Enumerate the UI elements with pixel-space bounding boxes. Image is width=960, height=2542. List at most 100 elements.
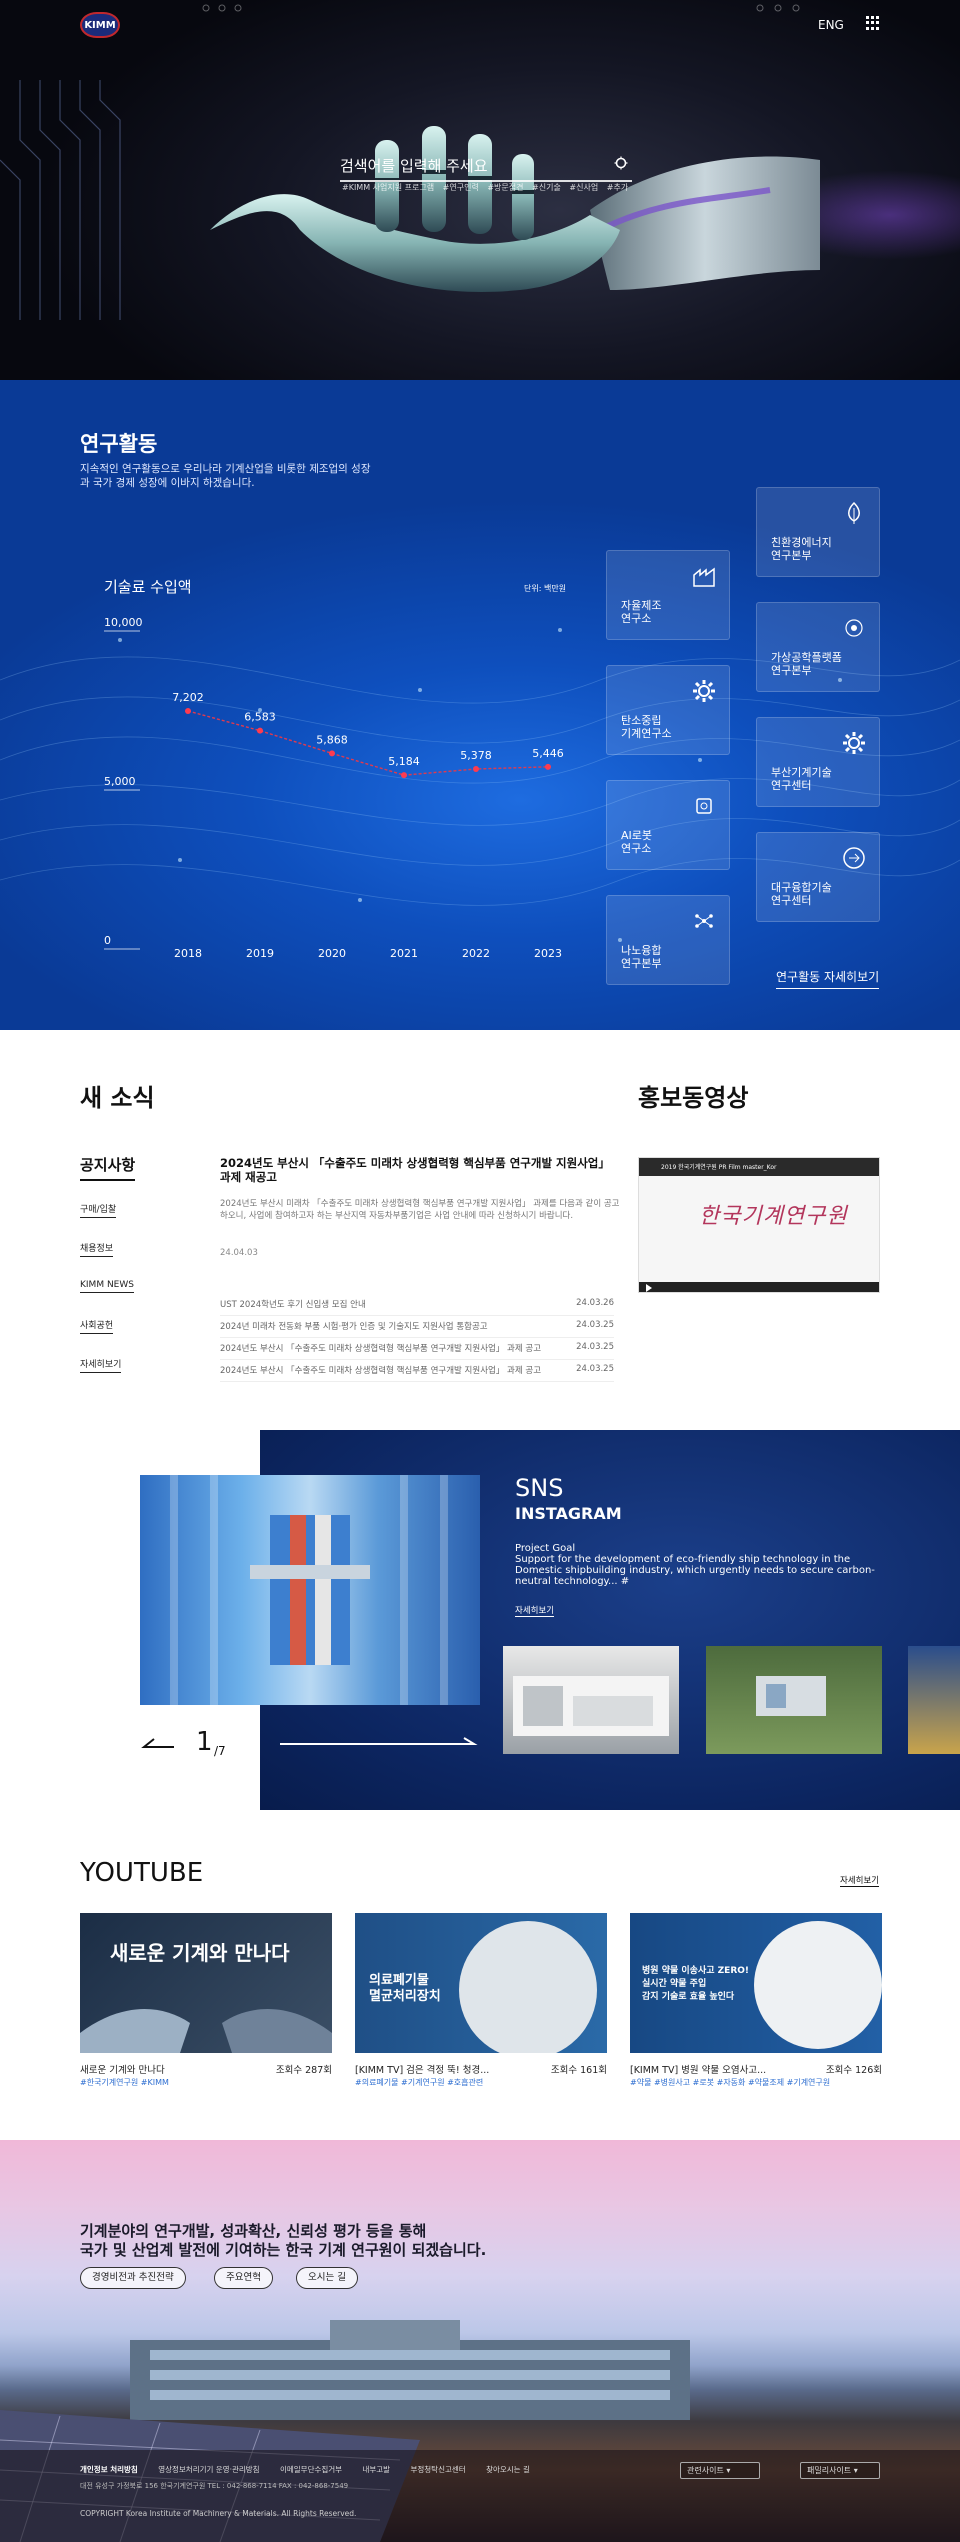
- side-link-more[interactable]: 자세히보기: [80, 1357, 122, 1373]
- search-icon[interactable]: [614, 156, 630, 172]
- youtube-thumb-text: 병원 약물 이송사고 ZERO! 실시간 약물 주입 감지 기술로 효율 높인다: [642, 1966, 749, 2002]
- gear-icon: [693, 680, 715, 702]
- sns-page-total: /7: [214, 1744, 226, 1758]
- news-row[interactable]: 2024년도 부산시 「수출주도 미래차 상생협력형 핵심부품 연구개발 지원사…: [220, 1364, 614, 1382]
- y-tick-label: 5,000: [104, 775, 136, 788]
- unit-card-autonomous-manufacturing[interactable]: 자율제조 연구소: [606, 550, 730, 640]
- side-link-social[interactable]: 사회공헌: [80, 1318, 114, 1334]
- sns-more-link[interactable]: 자세히보기: [515, 1604, 555, 1617]
- unit-card-ai-robot[interactable]: AI로봇 연구소: [606, 780, 730, 870]
- cctv-policy-link[interactable]: 영상정보처리기기 운영·관리방침: [158, 2465, 259, 2474]
- news-row[interactable]: 2024년 미래차 전동화 부품 시험·평가 인증 및 기술지도 지원사업 통합…: [220, 1320, 614, 1338]
- promo-video-player[interactable]: 2019 한국기계연구원 PR Film master_Kor 한국기계연구원: [638, 1157, 880, 1293]
- unit-card-nano-convergence[interactable]: 나노융합 연구본부: [606, 895, 730, 985]
- youtube-video-card[interactable]: 새로운 기계와 만나다: [80, 1913, 332, 2053]
- aerial-thumbnail-image: [756, 1676, 826, 1716]
- robot-icon: [696, 798, 712, 814]
- whistleblow-link[interactable]: 내부고발: [362, 2465, 390, 2474]
- news-title: 새 소식: [80, 1084, 155, 1112]
- research-title: 연구활동: [80, 432, 158, 456]
- menu-grid-icon[interactable]: [866, 16, 880, 30]
- play-icon[interactable]: [645, 1284, 653, 1292]
- unit-card-virtual-engineering[interactable]: 가상공학플랫폼 연구본부: [756, 602, 880, 692]
- news-row-date: 24.03.25: [576, 1342, 614, 1352]
- hashtag[interactable]: #연구인력: [443, 183, 479, 192]
- x-tick-label: 2020: [318, 947, 346, 960]
- hashtag[interactable]: #KIMM 사업지원 프로그램: [342, 183, 434, 192]
- data-point: [473, 765, 479, 772]
- youtube-video-card[interactable]: 병원 약물 이송사고 ZERO! 실시간 약물 주입 감지 기술로 효율 높인다: [630, 1913, 882, 2053]
- family-site-select[interactable]: 패밀리사이트 ▾: [800, 2462, 880, 2479]
- arrow-right-icon[interactable]: [278, 1736, 478, 1752]
- hashtag[interactable]: #추가: [607, 183, 628, 192]
- sns-title: SNS: [515, 1474, 564, 1502]
- data-label: 5,868: [316, 733, 348, 746]
- chart-unit: 단위: 백만원: [524, 584, 567, 593]
- hashtag[interactable]: #방문접견: [487, 183, 523, 192]
- factory-thumbnail-image: [513, 1676, 669, 1736]
- news-row-title: UST 2024학년도 후기 신입생 모집 안내: [220, 1300, 366, 1310]
- notice-tab[interactable]: 공지사항: [80, 1154, 136, 1181]
- youtube-tags[interactable]: #약물 #병원사고 #로봇 #자동화 #약물조제 #기계연구원: [630, 2077, 882, 2088]
- gear-icon: [843, 732, 865, 754]
- sns-page-current: 1: [196, 1727, 213, 1757]
- search-input[interactable]: [340, 152, 590, 180]
- vision-strategy-button[interactable]: 경영비전과 추진전략: [80, 2267, 186, 2289]
- hashtag[interactable]: #신기술: [532, 183, 561, 192]
- language-eng-link[interactable]: ENG: [818, 18, 844, 32]
- kimm-logo[interactable]: KIMM: [80, 12, 120, 38]
- y-tick-label: 0: [104, 934, 111, 947]
- side-link-kimm-news[interactable]: KIMM NEWS: [80, 1280, 134, 1293]
- footer-slogan: 기계분야의 연구개발, 성과확산, 신뢰성 평가 등을 통해 국가 및 산업계 발…: [80, 2222, 487, 2259]
- x-tick-label: 2021: [390, 947, 418, 960]
- featured-notice-title[interactable]: 2024년도 부산시 「수출주도 미래차 상생협력형 핵심부품 연구개발 지원사…: [220, 1156, 610, 1184]
- sns-thumbnail[interactable]: [908, 1646, 960, 1754]
- youtube-video-card[interactable]: 의료폐기물 멸균처리장치: [355, 1913, 607, 2053]
- leaf-icon: [848, 501, 860, 524]
- news-row[interactable]: 2024년도 부산시 「수출주도 미래차 상생협력형 핵심부품 연구개발 지원사…: [220, 1342, 614, 1360]
- news-row[interactable]: UST 2024학년도 후기 신입생 모집 안내 24.03.26: [220, 1298, 614, 1316]
- youtube-tags[interactable]: #한국기계연구원 #KIMM: [80, 2077, 332, 2088]
- sns-thumbnail[interactable]: [503, 1646, 679, 1754]
- sns-main-image[interactable]: [140, 1475, 480, 1705]
- video-control-bar[interactable]: [639, 1282, 879, 1292]
- unit-card-label: 자율제조 연구소: [621, 599, 662, 625]
- sns-post-heading: Project Goal: [515, 1543, 576, 1554]
- directions-button[interactable]: 오시는 길: [296, 2267, 358, 2289]
- unit-card-carbon-neutral[interactable]: 탄소중립 기계연구소: [606, 665, 730, 755]
- directions-link[interactable]: 찾아오시는 길: [486, 2465, 530, 2474]
- data-label: 5,446: [532, 747, 564, 760]
- side-link-purchase[interactable]: 구매/입찰: [80, 1202, 117, 1218]
- footer-links: 개인정보 처리방침 영상정보처리기기 운영·관리방침 이메일무단수집거부 내부고…: [80, 2464, 548, 2475]
- history-button[interactable]: 주요연혁: [214, 2267, 273, 2289]
- arrow-left-icon[interactable]: [140, 1735, 176, 1751]
- email-refusal-link[interactable]: 이메일무단수집거부: [280, 2465, 342, 2474]
- youtube-tags[interactable]: #의료폐기물 #기계연구원 #호흡관련: [355, 2077, 607, 2088]
- privacy-policy-link[interactable]: 개인정보 처리방침: [80, 2465, 138, 2474]
- sns-post-body: Support for the development of eco-frien…: [515, 1554, 875, 1587]
- unit-card-busan-center[interactable]: 부산기계기술 연구센터: [756, 717, 880, 807]
- youtube-thumb-text: 새로운 기계와 만나다: [110, 1941, 290, 1965]
- research-subtitle: 지속적인 연구활동으로 우리나라 기계산업을 비롯한 제조업의 성장과 국가 경…: [80, 463, 371, 489]
- data-point: [257, 727, 263, 734]
- research-more-link[interactable]: 연구활동 자세히보기: [776, 968, 880, 989]
- unit-card-eco-energy[interactable]: 친환경에너지 연구본부: [756, 487, 880, 577]
- unit-card-daegu-center[interactable]: 대구융합기술 연구센터: [756, 832, 880, 922]
- data-point: [401, 772, 407, 779]
- youtube-more-link[interactable]: 자세히보기: [840, 1874, 880, 1887]
- side-link-recruit[interactable]: 채용정보: [80, 1241, 114, 1257]
- hashtag-list: #KIMM 사업지원 프로그램 #연구인력 #방문접견 #신기술 #신사업 #추…: [342, 182, 642, 193]
- data-label: 6,583: [244, 711, 276, 724]
- solicitation-report-link[interactable]: 부정청탁신고센터: [410, 2465, 465, 2474]
- sns-thumbnail[interactable]: [706, 1646, 882, 1754]
- data-label: 7,202: [172, 691, 204, 704]
- featured-notice-date: 24.04.03: [220, 1248, 258, 1258]
- footer-copyright: COPYRIGHT Korea Institute of Machinery &…: [80, 2509, 357, 2518]
- unit-card-label: AI로봇 연구소: [621, 829, 653, 855]
- related-site-select[interactable]: 관련사이트 ▾: [680, 2462, 760, 2479]
- y-tick-label: 10,000: [104, 616, 143, 629]
- news-row-title: 2024년도 부산시 「수출주도 미래차 상생협력형 핵심부품 연구개발 지원사…: [220, 1344, 542, 1354]
- hashtag[interactable]: #신사업: [569, 183, 598, 192]
- unit-card-label: 부산기계기술 연구센터: [771, 766, 832, 792]
- series-line: [187, 710, 549, 776]
